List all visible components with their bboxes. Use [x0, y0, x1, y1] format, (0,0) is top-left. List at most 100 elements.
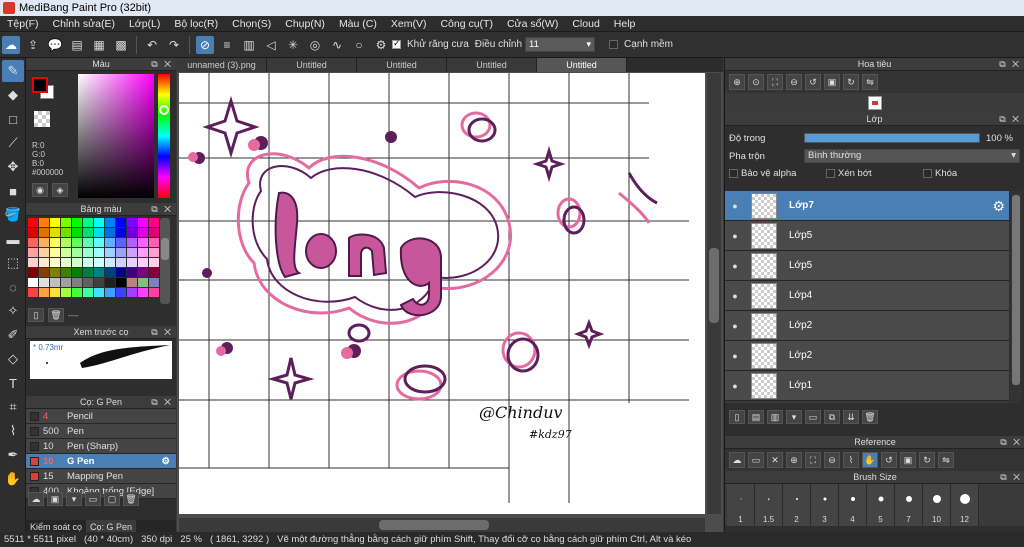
- palette-swatch[interactable]: [83, 288, 93, 297]
- palette-swatch[interactable]: [149, 218, 159, 227]
- select-tool-icon[interactable]: ⬚: [2, 252, 24, 274]
- flip-icon[interactable]: ⇋: [862, 74, 878, 90]
- palette-swatch[interactable]: [83, 238, 93, 247]
- layer-row[interactable]: ● Lớp5: [725, 221, 1009, 251]
- divide-tool-icon[interactable]: ⌗: [2, 396, 24, 418]
- move-tool-icon[interactable]: ✥: [2, 156, 24, 178]
- delete-palette-icon[interactable]: 🗑: [48, 308, 64, 322]
- palette-swatch[interactable]: [39, 248, 49, 257]
- protect-alpha-checkbox[interactable]: [729, 168, 738, 178]
- visibility-eye-icon[interactable]: ●: [728, 321, 742, 331]
- ref-hand-icon[interactable]: ✋: [862, 452, 878, 468]
- brush-size-option[interactable]: 5: [867, 484, 895, 526]
- panel-controls-icon[interactable]: ⧉ ✕: [151, 396, 173, 409]
- dot-tool-icon[interactable]: □: [2, 108, 24, 130]
- palette-swatch[interactable]: [83, 258, 93, 267]
- actual-size-icon[interactable]: ▣: [824, 74, 840, 90]
- palette-swatch[interactable]: [61, 238, 71, 247]
- brush-size-option[interactable]: 4: [839, 484, 867, 526]
- merge-layer-icon[interactable]: ⇊: [843, 410, 859, 424]
- palette-swatch[interactable]: [127, 268, 137, 277]
- lock-checkbox[interactable]: [923, 168, 932, 178]
- palette-swatch[interactable]: [28, 228, 38, 237]
- tab-document-5[interactable]: Untitled: [537, 58, 627, 72]
- palette-swatch[interactable]: [83, 268, 93, 277]
- palette-swatch[interactable]: [116, 268, 126, 277]
- menu-file[interactable]: Tệp(F): [0, 18, 46, 30]
- palette-swatch[interactable]: [149, 288, 159, 297]
- menu-color[interactable]: Màu (C): [332, 18, 384, 30]
- palette-swatch[interactable]: [61, 248, 71, 257]
- transparent-color[interactable]: [34, 111, 50, 127]
- palette-swatch[interactable]: [83, 248, 93, 257]
- palette-swatch[interactable]: [149, 238, 159, 247]
- pen-tool-icon[interactable]: ✒: [2, 444, 24, 466]
- palette-swatch[interactable]: [138, 268, 148, 277]
- antialias-checkbox[interactable]: [392, 38, 401, 49]
- brush-tool-icon[interactable]: ✎: [2, 60, 24, 82]
- brush-item[interactable]: 10 G Pen ⚙: [26, 454, 176, 469]
- ref-fit-icon[interactable]: ⛶: [805, 452, 821, 468]
- palette-swatch[interactable]: [83, 228, 93, 237]
- palette-swatch[interactable]: [138, 228, 148, 237]
- palette-swatch[interactable]: [83, 218, 93, 227]
- palette-swatch[interactable]: [28, 288, 38, 297]
- palette-swatch[interactable]: [50, 288, 60, 297]
- palette-swatch[interactable]: [116, 248, 126, 257]
- palette-swatch[interactable]: [72, 248, 82, 257]
- brush-settings-icon[interactable]: ▢: [104, 492, 120, 506]
- navigator-preview[interactable]: [725, 93, 1024, 113]
- palette-swatch[interactable]: [28, 218, 38, 227]
- palette-swatch[interactable]: [61, 268, 71, 277]
- palette-swatch[interactable]: [105, 238, 115, 247]
- visibility-eye-icon[interactable]: ●: [728, 231, 742, 241]
- layer-row[interactable]: ● Lớp7 ⚙: [725, 191, 1009, 221]
- palette-swatch[interactable]: [72, 228, 82, 237]
- palette-swatch[interactable]: [61, 228, 71, 237]
- ref-rotate-left-icon[interactable]: ↺: [881, 452, 897, 468]
- eraser-tool-icon[interactable]: ◆: [2, 84, 24, 106]
- menu-tools[interactable]: Công cụ(T): [433, 18, 500, 30]
- hue-slider[interactable]: [158, 74, 170, 198]
- brush-item[interactable]: 10 Pen (Sharp): [26, 439, 176, 454]
- brush-folder-icon[interactable]: ▭: [85, 492, 101, 506]
- palette-swatch[interactable]: [94, 238, 104, 247]
- menu-select[interactable]: Chọn(S): [225, 18, 278, 30]
- brush-item[interactable]: 15 Mapping Pen: [26, 469, 176, 484]
- snap-settings-icon[interactable]: ⚙: [372, 36, 390, 54]
- select-pen-icon[interactable]: ✐: [2, 324, 24, 346]
- correction-select[interactable]: 11: [525, 37, 596, 52]
- palette-swatch[interactable]: [138, 258, 148, 267]
- palette-swatch[interactable]: [50, 268, 60, 277]
- brush-cloud-icon[interactable]: ☁: [28, 492, 44, 506]
- zoom-out-icon[interactable]: ⊖: [786, 74, 802, 90]
- canvas-vertical-scrollbar[interactable]: [707, 73, 721, 514]
- saturation-value-picker[interactable]: [78, 74, 154, 198]
- palette-swatch[interactable]: [149, 278, 159, 287]
- layer-scrollbar[interactable]: [1010, 191, 1022, 403]
- palette-swatch[interactable]: [116, 258, 126, 267]
- layer-row[interactable]: ● Lớp1: [725, 371, 1009, 401]
- palette-swatch[interactable]: [39, 218, 49, 227]
- palette-swatch[interactable]: [28, 258, 38, 267]
- bucket-tool-icon[interactable]: 🪣: [2, 204, 24, 226]
- palette-swatch[interactable]: [72, 268, 82, 277]
- palette-swatch[interactable]: [50, 228, 60, 237]
- palette-swatches[interactable]: [28, 218, 159, 297]
- palette-swatch[interactable]: [72, 238, 82, 247]
- delete-layer-icon[interactable]: 🗑: [862, 410, 878, 424]
- visibility-eye-icon[interactable]: ●: [728, 381, 742, 391]
- palette-swatch[interactable]: [127, 228, 137, 237]
- palette-swatch[interactable]: [94, 288, 104, 297]
- palette-swatch[interactable]: [39, 228, 49, 237]
- panel-controls-icon[interactable]: ⧉ ✕: [151, 326, 173, 339]
- palette-swatch[interactable]: [127, 238, 137, 247]
- drawing-canvas[interactable]: @Chinduv #kdz97: [179, 73, 705, 514]
- palette-swatch[interactable]: [94, 248, 104, 257]
- brush-delete-icon[interactable]: 🗑: [123, 492, 139, 506]
- tab-document-3[interactable]: Untitled: [357, 58, 447, 72]
- layer-row[interactable]: ● Lớp2: [725, 341, 1009, 371]
- crisscross-snap-icon[interactable]: ▥: [240, 36, 258, 54]
- rect-fill-icon[interactable]: ■: [2, 180, 24, 202]
- palette-swatch[interactable]: [127, 278, 137, 287]
